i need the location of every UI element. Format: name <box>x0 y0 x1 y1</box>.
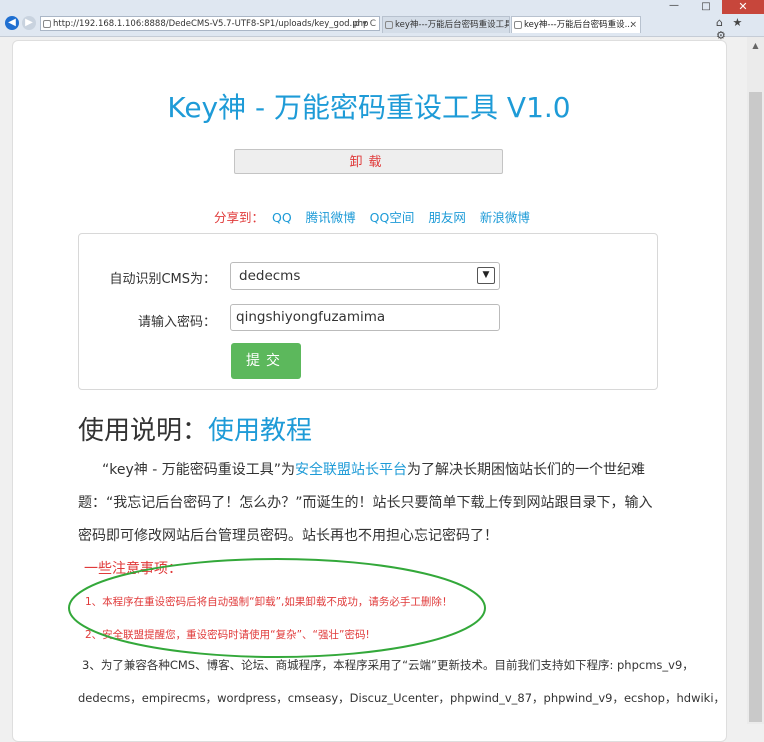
share-pengyou-link[interactable]: 朋友网 <box>428 210 466 225</box>
chevron-down-icon[interactable]: ▼ <box>477 267 495 284</box>
scroll-up-icon[interactable]: ▲ <box>747 37 764 54</box>
address-bar[interactable]: http://192.168.1.106:8888/DedeCMS-V5.7-U… <box>40 16 380 31</box>
cms-label: 自动识别CMS为： <box>109 272 216 287</box>
tab-key-god-1[interactable]: key神---万能后台密码重设工具... <box>382 16 510 33</box>
address-url: http://192.168.1.106:8888/DedeCMS-V5.7-U… <box>53 19 369 29</box>
tab-key-god-2[interactable]: key神---万能后台密码重设... × <box>511 16 641 33</box>
forward-button[interactable]: ▶ <box>22 16 36 30</box>
cms-select[interactable]: dedecms ▼ <box>230 262 500 290</box>
minimize-button[interactable]: — <box>660 0 688 14</box>
usage-heading-text: 使用说明： <box>78 416 209 446</box>
page-title: Key神 - 万能密码重设工具 V1.0 <box>167 91 571 124</box>
submit-button[interactable]: 提交 <box>231 343 301 379</box>
supported-cms-list: dedecms，empirecms，wordpress，cmseasy，Disc… <box>78 691 726 705</box>
tab-close-icon[interactable]: × <box>629 17 637 33</box>
para-text-1: “key神 - 万能密码重设工具”为 <box>102 462 295 478</box>
share-sina-weibo-link[interactable]: 新浪微博 <box>480 210 530 225</box>
close-window-button[interactable]: ✕ <box>722 0 764 14</box>
share-qzone-link[interactable]: QQ空间 <box>370 210 415 225</box>
password-input[interactable]: qingshiyongfuzamima <box>230 304 500 331</box>
tab-page-icon <box>514 21 522 29</box>
browser-chrome: — □ ✕ ◀ ▶ http://192.168.1.106:8888/Dede… <box>0 0 764 42</box>
share-bar: 分享到： QQ 腾讯微博 QQ空间 朋友网 新浪微博 <box>214 207 540 226</box>
address-tools[interactable]: ρ ▾ C <box>354 17 376 30</box>
scrollbar-thumb[interactable] <box>749 92 762 722</box>
tab-page-icon <box>385 21 393 29</box>
tutorial-link[interactable]: 使用教程 <box>208 416 312 446</box>
share-tencent-weibo-link[interactable]: 腾讯微博 <box>306 210 356 225</box>
tab-label: key神---万能后台密码重设... <box>524 20 633 30</box>
arrow-right-icon: ▶ <box>25 17 33 28</box>
highlight-ellipse <box>68 558 486 658</box>
vertical-scrollbar[interactable]: ▲ <box>747 37 764 724</box>
platform-link[interactable]: 安全联盟站长平台 <box>295 462 407 478</box>
usage-paragraph: “key神 - 万能密码重设工具”为安全联盟站长平台为了解决长期困恼站长们的一个… <box>78 454 658 553</box>
maximize-button[interactable]: □ <box>692 0 720 14</box>
share-qq-link[interactable]: QQ <box>272 210 292 225</box>
page-icon <box>43 20 51 28</box>
share-label: 分享到： <box>214 210 265 225</box>
usage-heading: 使用说明：使用教程 <box>78 410 312 447</box>
back-button[interactable]: ◀ <box>5 16 19 30</box>
password-label: 请输入密码： <box>137 315 216 330</box>
uninstall-button[interactable]: 卸载 <box>234 149 503 174</box>
tab-label: key神---万能后台密码重设工具... <box>395 20 510 30</box>
cms-select-value: dedecms <box>239 268 301 284</box>
arrow-left-icon: ◀ <box>8 17 16 28</box>
